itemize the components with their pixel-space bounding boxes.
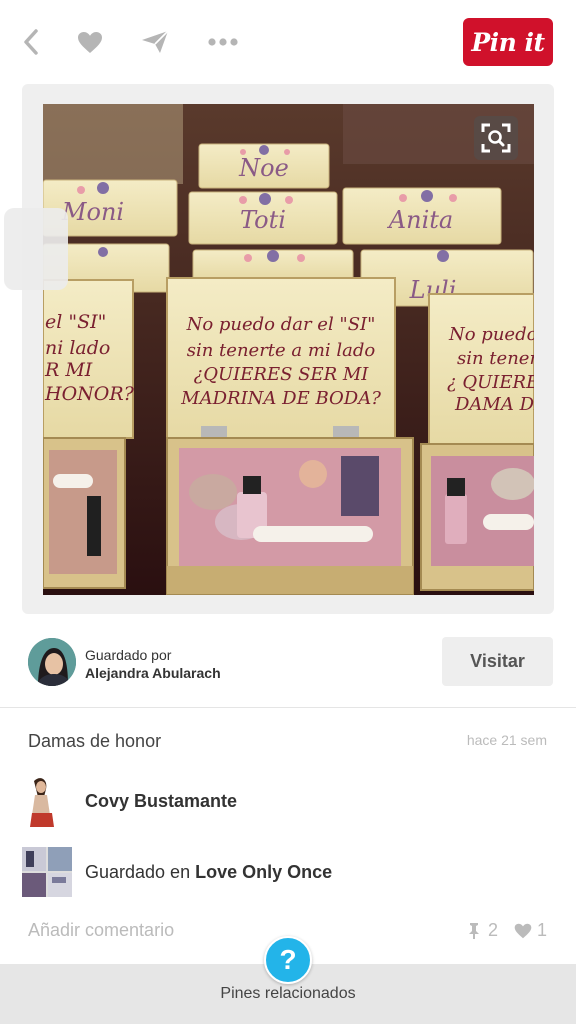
right-card-line-3: ¿ QUIERES — [447, 372, 534, 393]
heart-icon[interactable] — [72, 26, 108, 58]
right-card-line-1: No puedo — [448, 324, 534, 345]
saved-by-text: Guardado por Alejandra Abularach — [85, 646, 221, 682]
ellipsis-icon[interactable] — [205, 26, 241, 58]
paper-plane-icon[interactable] — [137, 26, 173, 58]
pin-description: Damas de honor — [28, 731, 162, 751]
pin-timestamp: hace 21 sem — [466, 732, 547, 748]
like-count-stat: 1 — [514, 920, 547, 941]
saved-by-prefix: Guardado por — [85, 647, 172, 663]
heart-icon — [514, 923, 532, 938]
pin-stats: 2 1 — [465, 920, 547, 941]
board-name[interactable]: Love Only Once — [195, 862, 332, 882]
visit-button[interactable]: Visitar — [442, 637, 553, 686]
avatar[interactable] — [28, 638, 76, 686]
help-button[interactable]: ? — [264, 936, 312, 984]
board-thumbnail[interactable] — [22, 847, 72, 897]
board-row[interactable]: Guardado en Love Only Once — [0, 844, 576, 900]
side-pull-tab[interactable] — [4, 208, 68, 290]
left-card-line-1: el "SI" — [45, 311, 106, 333]
pin-image-card: Noe Moni Toti Anita Luli el "SI" ni lado — [22, 84, 554, 614]
like-count: 1 — [536, 920, 547, 940]
pinner-row[interactable]: Covy Bustamante — [0, 772, 576, 830]
center-card-line-4: MADRINA DE BODA? — [180, 388, 381, 409]
box-label-anita: Anita — [387, 206, 453, 234]
repin-count-stat: 2 — [465, 920, 498, 941]
right-card-line-2: sin tenert — [457, 348, 534, 369]
pinner-avatar[interactable] — [24, 775, 58, 827]
top-toolbar: Pin it — [0, 0, 576, 84]
right-card-line-4: DAMA DE — [454, 394, 534, 415]
add-comment-link[interactable]: Añadir comentario — [28, 920, 174, 941]
related-pins-label[interactable]: Pines relacionados — [0, 985, 576, 1003]
divider — [0, 707, 576, 708]
box-label-moni: Moni — [61, 198, 124, 226]
left-card-line-4: HONOR? — [44, 383, 135, 405]
saved-by-row: Guardado por Alejandra Abularach Visitar — [0, 630, 576, 700]
pinner-name[interactable]: Covy Bustamante — [85, 791, 237, 812]
center-card-line-1: No puedo dar el "SI" — [186, 314, 376, 335]
center-card-line-2: sin tenerte a mi lado — [187, 340, 376, 361]
pin-photo[interactable]: Noe Moni Toti Anita Luli el "SI" ni lado — [43, 104, 534, 595]
box-label-toti: Toti — [240, 206, 286, 234]
center-card-line-3: ¿QUIERES SER MI — [194, 364, 370, 385]
left-card-line-3: R MI — [44, 359, 93, 381]
repin-count: 2 — [487, 920, 498, 940]
board-prefix: Guardado en — [85, 862, 191, 882]
chevron-left-icon[interactable] — [13, 26, 49, 58]
box-label-noe: Noe — [238, 154, 289, 182]
saved-by-name[interactable]: Alejandra Abularach — [85, 664, 221, 682]
visual-search-icon[interactable] — [474, 116, 518, 160]
board-text: Guardado en Love Only Once — [85, 862, 332, 883]
left-card-line-2: ni lado — [45, 337, 110, 359]
pin-it-button[interactable]: Pin it — [463, 18, 553, 66]
pushpin-icon — [468, 922, 479, 939]
